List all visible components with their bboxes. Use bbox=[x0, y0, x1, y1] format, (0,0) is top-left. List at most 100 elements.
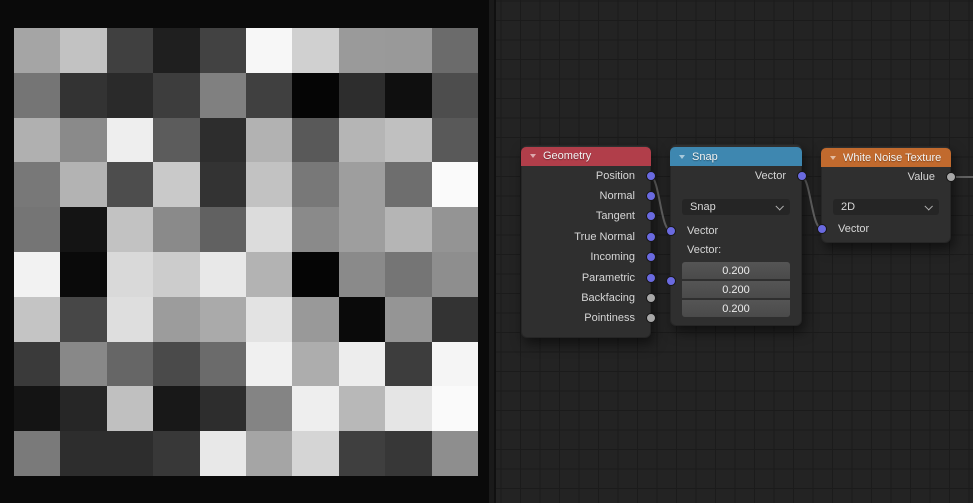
texture-cell bbox=[339, 118, 385, 163]
output-socket-row: Normal bbox=[522, 186, 650, 206]
output-label: Backfacing bbox=[581, 292, 635, 304]
texture-cell bbox=[200, 386, 246, 431]
output-socket-row: Pointiness bbox=[522, 308, 650, 328]
texture-cell bbox=[200, 252, 246, 297]
texture-cell bbox=[339, 207, 385, 252]
input-label: Vector bbox=[687, 225, 718, 237]
node-title: Geometry bbox=[543, 150, 591, 162]
texture-cell bbox=[60, 207, 106, 252]
texture-cell bbox=[14, 73, 60, 118]
texture-cell bbox=[14, 342, 60, 387]
output-socket-row: Value bbox=[822, 167, 950, 187]
value-output-socket[interactable] bbox=[946, 172, 956, 182]
vector-output-socket[interactable] bbox=[646, 171, 656, 181]
node-whitenoise-header[interactable]: White Noise Texture bbox=[821, 148, 951, 167]
texture-cell bbox=[153, 28, 199, 73]
output-label: Vector bbox=[755, 170, 786, 182]
vector-output-socket[interactable] bbox=[797, 171, 807, 181]
output-label: Incoming bbox=[590, 251, 635, 263]
texture-cell bbox=[292, 73, 338, 118]
operation-dropdown[interactable]: Snap bbox=[682, 199, 790, 215]
collapse-triangle-icon[interactable] bbox=[830, 156, 836, 160]
output-socket-row: True Normal bbox=[522, 227, 650, 247]
dropdown-value: 2D bbox=[841, 201, 855, 213]
output-socket-row: Tangent bbox=[522, 206, 650, 226]
texture-cell bbox=[246, 252, 292, 297]
value-output-socket[interactable] bbox=[646, 293, 656, 303]
texture-cell bbox=[246, 28, 292, 73]
texture-cell bbox=[246, 162, 292, 207]
vector-z-field[interactable]: 0.200 bbox=[682, 300, 790, 317]
output-socket-row: Parametric bbox=[522, 267, 650, 287]
node-geometry[interactable]: Geometry Position Normal Tangent True Norma… bbox=[521, 145, 651, 338]
output-label: Tangent bbox=[596, 210, 635, 222]
dropdown-value: Snap bbox=[690, 201, 716, 213]
node-snap-header[interactable]: Snap bbox=[670, 147, 802, 166]
texture-cell bbox=[14, 28, 60, 73]
texture-cell bbox=[246, 386, 292, 431]
node-title: Snap bbox=[692, 151, 718, 163]
texture-cell bbox=[107, 118, 153, 163]
image-editor-panel bbox=[0, 0, 489, 503]
vector-input-socket[interactable] bbox=[666, 226, 676, 236]
output-label: Position bbox=[596, 170, 635, 182]
texture-cell bbox=[246, 118, 292, 163]
texture-cell bbox=[60, 28, 106, 73]
texture-cell bbox=[200, 342, 246, 387]
texture-cell bbox=[153, 162, 199, 207]
output-label: Value bbox=[908, 171, 935, 183]
vector-output-socket[interactable] bbox=[646, 191, 656, 201]
texture-cell bbox=[246, 297, 292, 342]
texture-cell bbox=[200, 118, 246, 163]
texture-cell bbox=[200, 162, 246, 207]
dimensions-dropdown[interactable]: 2D bbox=[833, 199, 939, 215]
texture-cell bbox=[292, 207, 338, 252]
texture-cell bbox=[60, 342, 106, 387]
texture-cell bbox=[153, 431, 199, 476]
texture-cell bbox=[107, 252, 153, 297]
texture-cell bbox=[339, 252, 385, 297]
texture-cell bbox=[200, 431, 246, 476]
vector-input-socket[interactable] bbox=[817, 224, 827, 234]
texture-cell bbox=[107, 386, 153, 431]
vector-output-socket[interactable] bbox=[646, 211, 656, 221]
output-label: True Normal bbox=[574, 231, 635, 243]
texture-cell bbox=[153, 207, 199, 252]
value-output-socket[interactable] bbox=[646, 313, 656, 323]
output-socket-row: Position bbox=[522, 166, 650, 186]
texture-cell bbox=[385, 118, 431, 163]
vector-x-field[interactable]: 0.200 bbox=[682, 262, 790, 279]
node-geometry-header[interactable]: Geometry bbox=[521, 147, 651, 166]
vector-output-socket[interactable] bbox=[646, 252, 656, 262]
output-label: Parametric bbox=[582, 272, 635, 284]
vector-y-field[interactable]: 0.200 bbox=[682, 281, 790, 298]
texture-cell bbox=[385, 73, 431, 118]
texture-cell bbox=[385, 342, 431, 387]
texture-cell bbox=[385, 162, 431, 207]
texture-cell bbox=[153, 386, 199, 431]
texture-cell bbox=[14, 118, 60, 163]
texture-cell bbox=[339, 386, 385, 431]
texture-cell bbox=[385, 207, 431, 252]
vector-output-socket[interactable] bbox=[646, 273, 656, 283]
texture-cell bbox=[107, 431, 153, 476]
texture-cell bbox=[14, 386, 60, 431]
texture-cell bbox=[432, 297, 478, 342]
editor-separator[interactable] bbox=[489, 0, 494, 503]
texture-cell bbox=[153, 342, 199, 387]
collapse-triangle-icon[interactable] bbox=[530, 154, 536, 158]
texture-cell bbox=[14, 162, 60, 207]
texture-cell bbox=[153, 73, 199, 118]
vector2-input-socket[interactable] bbox=[666, 276, 676, 286]
texture-cell bbox=[385, 28, 431, 73]
texture-cell bbox=[432, 252, 478, 297]
texture-cell bbox=[60, 431, 106, 476]
vector-output-socket[interactable] bbox=[646, 232, 656, 242]
node-title: White Noise Texture bbox=[843, 152, 941, 164]
node-white-noise-texture[interactable]: White Noise Texture Value 2D Vector bbox=[821, 146, 951, 243]
texture-cell bbox=[60, 118, 106, 163]
collapse-triangle-icon[interactable] bbox=[679, 155, 685, 159]
texture-cell bbox=[60, 252, 106, 297]
node-snap[interactable]: Snap Vector Snap Vector Vector: 0.200 0.… bbox=[670, 144, 802, 326]
input-label: Vector bbox=[838, 223, 869, 235]
